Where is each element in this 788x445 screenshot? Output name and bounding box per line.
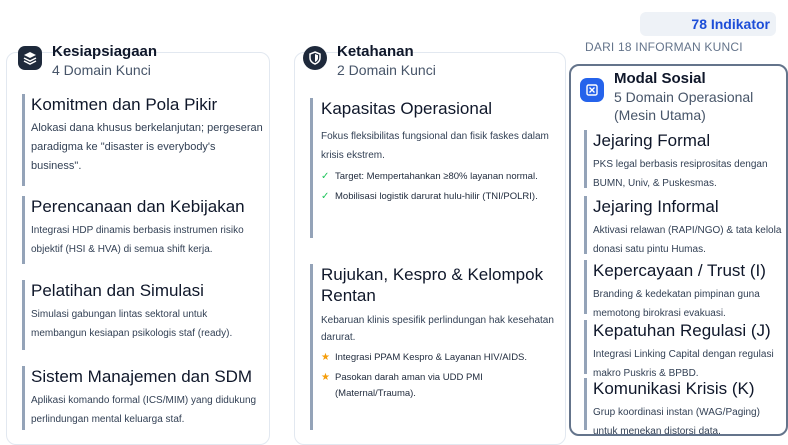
domain-card: Komitmen dan Pola Pikir Alokasi dana khu… bbox=[22, 94, 264, 186]
list-item: ★ Pasokan darah aman via UDD PMI (Materna… bbox=[321, 372, 483, 399]
card-body: Integrasi HDP dinamis berbasis instrumen… bbox=[31, 225, 244, 255]
layers-icon bbox=[18, 46, 42, 70]
card-body: Branding & kedekatan pimpinan guna memot… bbox=[593, 289, 760, 319]
card-title: Komunikasi Krisis (K) bbox=[593, 379, 755, 398]
star-icon: ★ bbox=[321, 372, 330, 383]
network-icon bbox=[580, 78, 604, 102]
panel-title: Kesiapsiagaan bbox=[52, 43, 158, 60]
kesiapsiagaan-header: Kesiapsiagaan 4 Domain Kunci bbox=[18, 43, 157, 79]
panel-title: Modal Sosial bbox=[614, 70, 706, 87]
domain-card: Jejaring Formal PKS legal berbasis resip… bbox=[584, 130, 784, 189]
card-title: Kepercayaan / Trust (I) bbox=[593, 261, 766, 280]
indikator-count: 78 Indikator bbox=[691, 16, 770, 32]
ketahanan-header: Ketahanan 2 Domain Kunci bbox=[303, 43, 436, 79]
domain-card: Pelatihan dan Simulasi Simulasi gabungan… bbox=[22, 280, 264, 350]
panel-subtitle: 5 Domain Operasional (Mesin Utama) bbox=[614, 89, 754, 123]
card-title: Sistem Manajemen dan SDM bbox=[31, 367, 253, 386]
card-title: Kepatuhan Regulasi (J) bbox=[593, 321, 771, 340]
card-body: Fokus fleksibilitas fungsional dan fisik… bbox=[321, 131, 549, 161]
informan-label: DARI 18 INFORMAN KUNCI bbox=[585, 40, 743, 54]
check-icon: ✓ bbox=[321, 191, 330, 202]
card-body: Aktivasi relawan (RAPI/NGO) & tata kelol… bbox=[593, 225, 782, 255]
card-body: Kebaruan klinis spesifik perlindungan ha… bbox=[321, 315, 554, 343]
list-item: ✓ Target: Mempertahankan ≥80% layanan nor… bbox=[321, 169, 560, 185]
card-body: Alokasi dana khusus berkelanjutan; perge… bbox=[31, 122, 263, 172]
list-item: ★ Integrasi PPAM Kespro & Layanan HIV/AID… bbox=[321, 350, 560, 366]
indikator-badge: 78 Indikator bbox=[640, 12, 776, 36]
card-body: PKS legal berbasis resiprositas dengan B… bbox=[593, 159, 768, 189]
domain-card: Sistem Manajemen dan SDM Aplikasi komand… bbox=[22, 366, 264, 430]
domain-card: Kepercayaan / Trust (I) Branding & kedek… bbox=[584, 260, 784, 319]
panel-title: Ketahanan bbox=[337, 43, 414, 60]
card-title: Perencanaan dan Kebijakan bbox=[31, 197, 245, 216]
list-item: ✓ Mobilisasi logistik darurat hulu-hilir … bbox=[321, 189, 560, 205]
panel-subtitle: 2 Domain Kunci bbox=[337, 62, 436, 78]
shield-icon bbox=[303, 46, 327, 70]
card-title: Kapasitas Operasional bbox=[321, 99, 493, 118]
card-body: Grup koordinasi instan (WAG/Paging) untu… bbox=[593, 407, 760, 437]
card-title: Jejaring Informal bbox=[593, 197, 719, 216]
card-body: Simulasi gabungan lintas sektoral untuk … bbox=[31, 309, 233, 339]
card-title: Rujukan, Kespro & Kelompok Rentan bbox=[321, 265, 544, 305]
domain-card: Kapasitas Operasional Fokus fleksibilita… bbox=[310, 98, 560, 238]
card-title: Pelatihan dan Simulasi bbox=[31, 281, 204, 300]
domain-card: Komunikasi Krisis (K) Grup koordinasi in… bbox=[584, 378, 784, 437]
check-icon: ✓ bbox=[321, 171, 330, 182]
card-body: Aplikasi komando formal (ICS/MIM) yang d… bbox=[31, 395, 257, 425]
star-icon: ★ bbox=[321, 352, 330, 363]
panel-subtitle: 4 Domain Kunci bbox=[52, 62, 151, 78]
card-title: Jejaring Formal bbox=[593, 131, 711, 150]
domain-card: Perencanaan dan Kebijakan Integrasi HDP … bbox=[22, 196, 264, 264]
card-title: Komitmen dan Pola Pikir bbox=[31, 95, 218, 114]
domain-card: Rujukan, Kespro & Kelompok Rentan Kebaru… bbox=[310, 264, 560, 430]
domain-card: Kepatuhan Regulasi (J) Integrasi Linking… bbox=[584, 320, 784, 379]
modal-sosial-header: Modal Sosial 5 Domain Operasional (Mesin… bbox=[580, 70, 774, 124]
domain-card: Jejaring Informal Aktivasi relawan (RAPI… bbox=[584, 196, 784, 255]
